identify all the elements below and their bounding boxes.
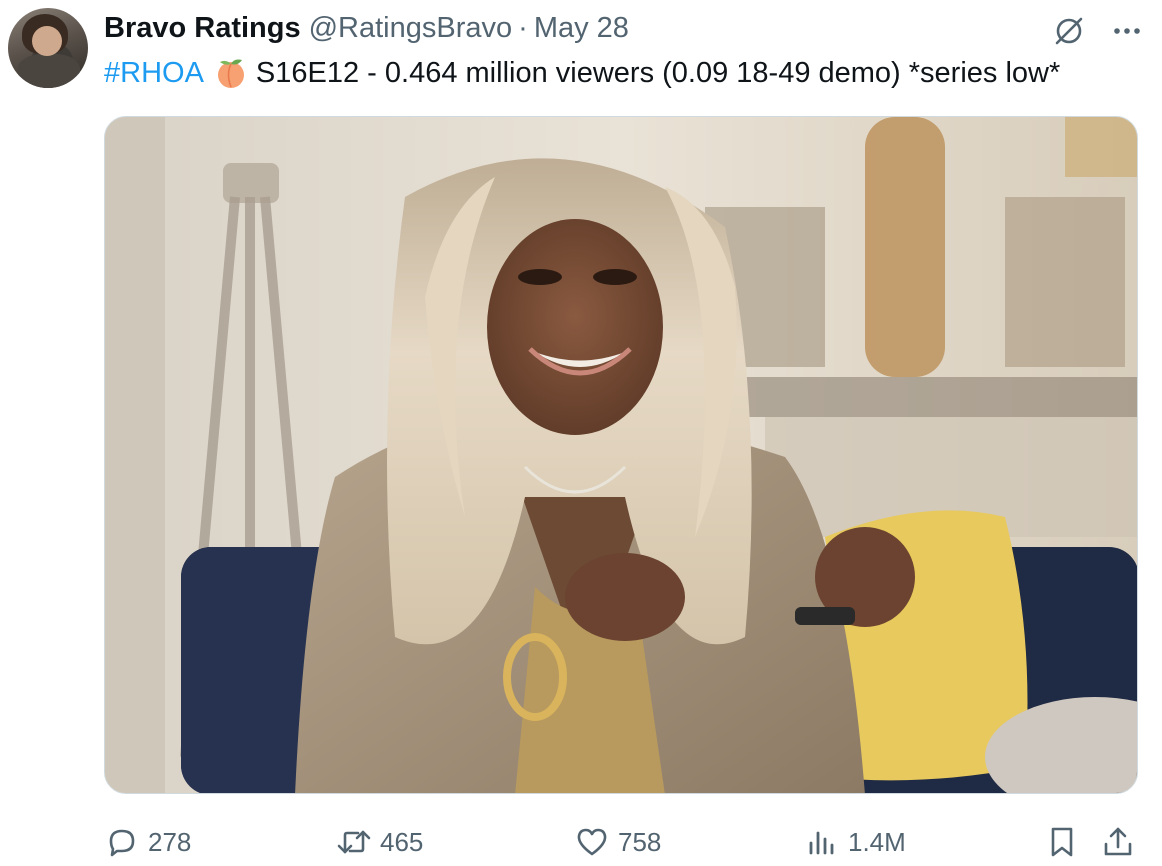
bookmark-button[interactable] [1044, 822, 1080, 862]
tweet-text: #RHOA S16E12 - 0.464 million viewers (0.… [104, 56, 1060, 90]
avatar-scarf [18, 54, 80, 88]
tv-still-photo [105, 117, 1137, 793]
like-button[interactable]: 758 [574, 822, 661, 862]
views-count: 1.4M [848, 826, 906, 857]
tweet-media-image[interactable] [104, 116, 1138, 794]
avatar-face [32, 26, 62, 56]
bookmark-icon [1044, 824, 1080, 860]
author-handle[interactable]: @RatingsBravo [309, 12, 513, 45]
tweet-actions: 278 465 758 1.4M [104, 822, 1138, 862]
share-button[interactable] [1100, 822, 1136, 862]
peach-icon [216, 58, 246, 88]
reply-icon [104, 824, 140, 860]
retweet-icon [336, 824, 372, 860]
hashtag-link[interactable]: #RHOA [104, 56, 204, 90]
reply-button[interactable]: 278 [104, 822, 191, 862]
avatar[interactable] [8, 8, 88, 88]
reply-count: 278 [148, 826, 192, 857]
more-options-icon[interactable] [1110, 14, 1144, 48]
share-icon [1100, 824, 1136, 860]
tweet[interactable]: Bravo Ratings @RatingsBravo · May 28 #RH… [0, 0, 1162, 866]
retweet-count: 465 [380, 826, 424, 857]
tweet-body: S16E12 - 0.464 million viewers (0.09 18-… [255, 57, 1061, 89]
retweet-button[interactable]: 465 [336, 822, 423, 862]
views-button[interactable]: 1.4M [804, 822, 906, 862]
grok-icon[interactable] [1052, 14, 1086, 48]
separator-dot: · [518, 12, 528, 44]
tweet-date[interactable]: May 28 [534, 12, 629, 45]
heart-icon [574, 824, 610, 860]
bar-chart-icon [804, 824, 840, 860]
tweet-header: Bravo Ratings @RatingsBravo · May 28 [104, 12, 629, 46]
like-count: 758 [618, 826, 662, 857]
top-icons [1052, 14, 1144, 48]
author-name[interactable]: Bravo Ratings [104, 12, 301, 45]
